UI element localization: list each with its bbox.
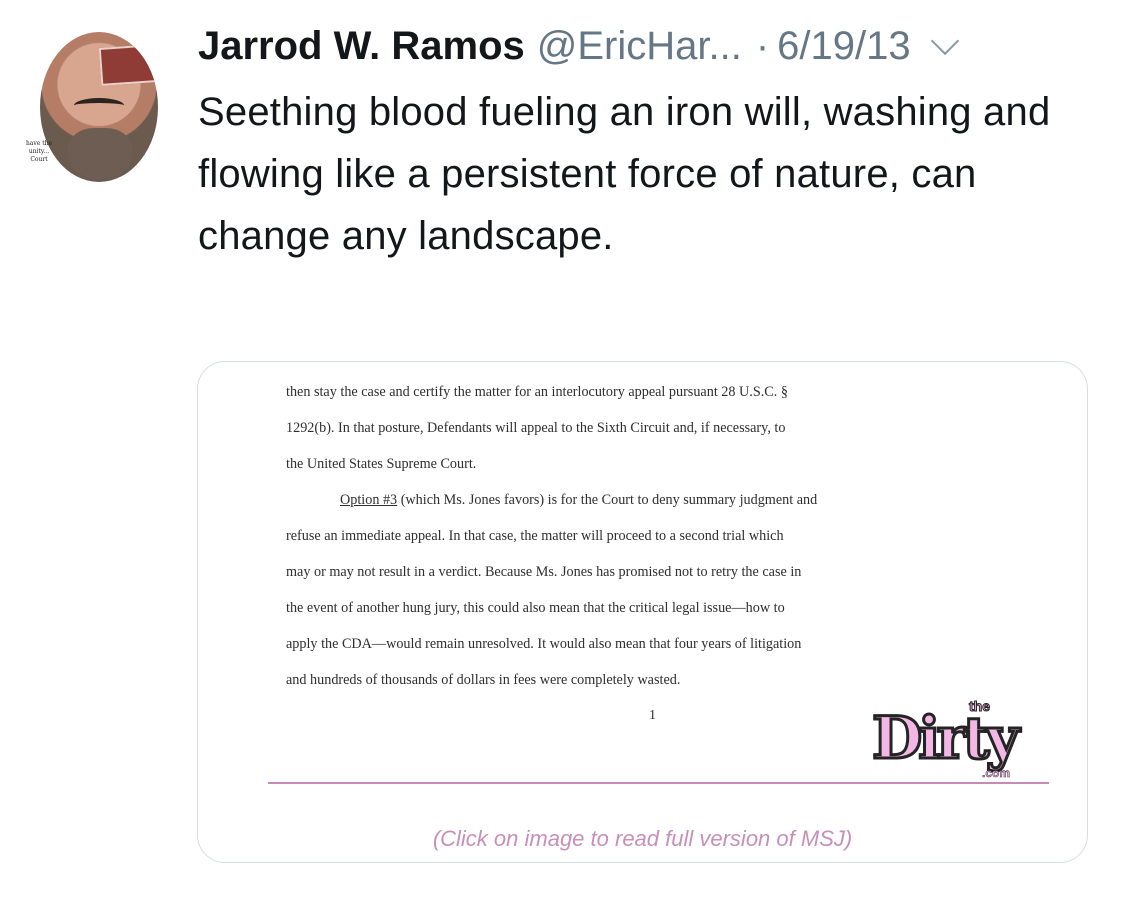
- document-line: the event of another hung jury, this cou…: [286, 600, 785, 616]
- document-excerpt: then stay the case and certify the matte…: [286, 374, 1026, 698]
- avatar-eyes: [74, 98, 124, 113]
- tweet-media-card[interactable]: then stay the case and certify the matte…: [197, 361, 1088, 863]
- document-line: and hundreds of thousands of dollars in …: [286, 672, 681, 688]
- avatar[interactable]: have the unity... Court: [22, 28, 162, 190]
- document-option-label: Option #3: [340, 492, 398, 508]
- avatar-beard: [68, 128, 132, 180]
- document-line: may or may not result in a verdict. Beca…: [286, 564, 802, 580]
- document-page-number: 1: [649, 708, 656, 723]
- the-dirty-logo: the Dirty .com: [864, 698, 1024, 784]
- chevron-down-icon[interactable]: [930, 26, 959, 56]
- document-line: 1292(b). In that posture, Defendants wil…: [286, 420, 786, 436]
- author-name[interactable]: Jarrod W. Ramos: [198, 20, 525, 72]
- document-line: apply the CDA—would remain unresolved. I…: [286, 636, 802, 652]
- avatar-caption: have the unity... Court: [25, 140, 53, 163]
- document-line: refuse an immediate appeal. In that case…: [286, 528, 784, 544]
- logo-main-text: Dirty: [870, 704, 1020, 772]
- tweet-date[interactable]: 6/19/13: [777, 20, 910, 72]
- media-divider: [268, 782, 1049, 784]
- document-line-option: Option #3 (which Ms. Jones favors) is fo…: [286, 482, 1026, 518]
- author-handle[interactable]: @EricHar...: [537, 20, 742, 72]
- document-line: the United States Supreme Court.: [286, 456, 477, 472]
- tweet-header: Jarrod W. Ramos @EricHar... · 6/19/13: [198, 18, 1098, 74]
- head-sticker-icon: [98, 44, 158, 86]
- logo-small-bottom: .com: [982, 766, 1011, 781]
- media-caption[interactable]: (Click on image to read full version of …: [198, 826, 1087, 852]
- document-line: then stay the case and certify the matte…: [286, 384, 788, 400]
- header-separator: ·: [755, 24, 770, 68]
- avatar-image: [40, 32, 158, 182]
- tweet-text: Seething blood fueling an iron will, was…: [198, 90, 1051, 258]
- document-line-text: (which Ms. Jones favors) is for the Cour…: [400, 492, 818, 508]
